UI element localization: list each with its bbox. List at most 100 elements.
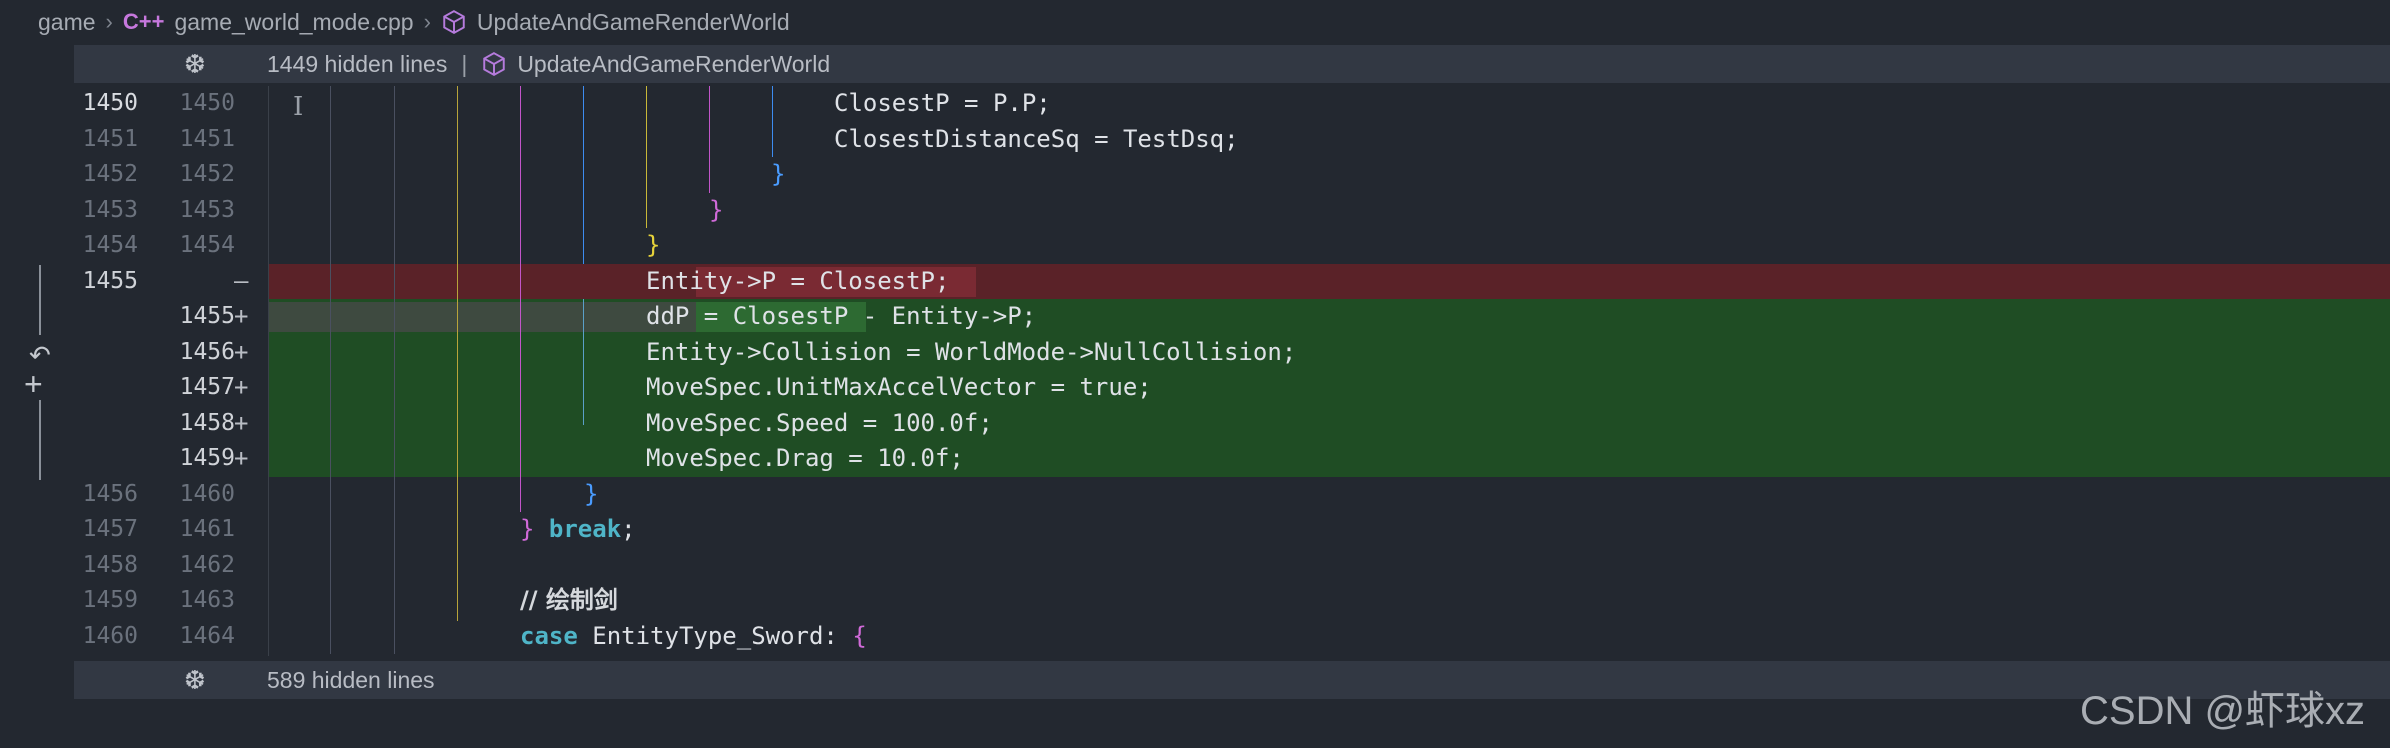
added-line[interactable]: 1456 + Entity->Collision = WorldMode->Nu…	[0, 334, 2390, 370]
code-text: ;	[621, 515, 636, 543]
change-rail	[39, 400, 41, 480]
code-text: break	[548, 515, 622, 543]
old-line-number: 1455	[82, 267, 138, 294]
addition-marker: +	[234, 373, 249, 401]
added-line[interactable]: 1455 + ddP = ClosestP - Entity->P;	[0, 299, 2390, 335]
diff-editor[interactable]: 1450 1450 ClosestP = P.P; 1451 1451 Clos…	[0, 86, 2390, 656]
old-line-number: 1457	[82, 516, 138, 542]
code-text: }	[646, 231, 661, 259]
deletion-marker: —	[234, 266, 249, 295]
code-line[interactable]: 1450 1450 ClosestP = P.P;	[0, 86, 2390, 122]
indent-guide	[583, 86, 584, 264]
indent-guide	[583, 299, 584, 425]
chevron-right-icon: ›	[423, 9, 431, 34]
unfold-icon[interactable]: ❆	[184, 661, 206, 699]
code-text: ClosestP = P.P;	[834, 89, 1051, 117]
deleted-line[interactable]: 1455 — Entity->P = ClosestP;	[0, 263, 2390, 299]
code-line[interactable]: 1454 1454 }	[0, 228, 2390, 264]
new-line-number: 1452	[179, 161, 235, 187]
fold-function-label: UpdateAndGameRenderWorld	[517, 50, 831, 77]
cube-icon	[443, 10, 465, 34]
code-text: }	[520, 515, 535, 543]
code-text: }	[771, 160, 786, 188]
indent-guide	[646, 86, 647, 228]
old-line-number: 1456	[82, 480, 138, 507]
code-text: ddP = ClosestP - Entity->P;	[646, 302, 1037, 330]
added-line[interactable]: 1458 + MoveSpec.Speed = 100.0f;	[0, 405, 2390, 441]
hidden-lines-label: 1449 hidden lines	[267, 50, 448, 77]
change-rail	[39, 265, 41, 335]
code-comment: // 绘制剑	[520, 586, 618, 614]
hidden-lines-label: 589 hidden lines	[267, 666, 435, 693]
code-text: MoveSpec.UnitMaxAccelVector = true;	[646, 373, 1152, 401]
old-line-number: 1453	[82, 196, 138, 223]
fold-separator: |	[461, 50, 468, 77]
new-line-number: 1457	[179, 374, 235, 400]
new-line-number: 1460	[179, 480, 235, 507]
cpp-file-icon: C++	[122, 9, 165, 34]
addition-marker: +	[234, 337, 249, 366]
old-line-number: 1450	[82, 90, 138, 116]
code-line[interactable]: 1453 1453 }	[0, 193, 2390, 229]
code-text: MoveSpec.Drag = 10.0f;	[646, 444, 964, 472]
code-line[interactable]: 1451 1451 ClosestDistanceSq = TestDsq;	[0, 122, 2390, 158]
breadcrumb-file[interactable]: game_world_mode.cpp	[174, 9, 413, 36]
breadcrumb: game › C++ game_world_mode.cpp › UpdateA…	[0, 0, 2390, 44]
added-line[interactable]: 1457 + MoveSpec.UnitMaxAccelVector = tru…	[0, 370, 2390, 406]
indent-guide	[394, 86, 395, 654]
code-text: }	[584, 479, 599, 508]
old-line-number: 1458	[82, 551, 138, 578]
code-text: }	[709, 195, 724, 224]
new-line-number: 1455	[179, 303, 235, 329]
addition-marker: +	[234, 444, 249, 472]
cube-icon	[483, 52, 506, 76]
code-text: Entity->Collision = WorldMode->NullColli…	[646, 337, 1297, 366]
unfold-icon[interactable]: ❆	[184, 45, 206, 83]
indent-guide	[772, 86, 773, 157]
text-cursor-icon: I	[293, 92, 304, 122]
old-line-number: 1460	[82, 622, 138, 649]
addition-marker: +	[234, 302, 249, 330]
code-line[interactable]: 1460 1464 case EntityType_Sword: {	[0, 619, 2390, 655]
code-text: EntityType_Sword:	[577, 621, 853, 650]
code-line[interactable]: 1458 1462	[0, 548, 2390, 584]
code-text: case	[520, 621, 578, 650]
new-line-number: 1461	[179, 516, 235, 542]
hidden-lines-fold-top[interactable]: ❆ 1449 hidden lines | UpdateAndGameRende…	[74, 45, 2390, 83]
watermark: CSDN @虾球xz	[2080, 689, 2366, 733]
old-line-number: 1451	[82, 125, 138, 152]
new-line-number: 1463	[179, 587, 235, 613]
code-text: ClosestDistanceSq = TestDsq;	[834, 124, 1239, 153]
code-line[interactable]: 1452 1452 }	[0, 157, 2390, 193]
new-line-number: 1456	[179, 338, 235, 365]
indent-guide	[520, 86, 521, 512]
breadcrumb-root[interactable]: game	[38, 9, 96, 36]
indent-guide	[457, 86, 458, 621]
hidden-lines-fold-bottom[interactable]: ❆ 589 hidden lines	[74, 661, 2390, 699]
added-line[interactable]: 1459 + MoveSpec.Drag = 10.0f;	[0, 441, 2390, 477]
old-line-number: 1452	[82, 161, 138, 187]
stage-change-icon[interactable]: +	[24, 368, 43, 400]
new-line-number: 1459	[179, 445, 235, 471]
addition-marker: +	[234, 408, 249, 437]
code-line[interactable]: 1457 1461 } break;	[0, 512, 2390, 548]
new-line-number: 1462	[179, 551, 235, 578]
indent-guide	[709, 86, 710, 193]
indent-guide	[330, 86, 331, 654]
new-line-number: 1453	[179, 196, 235, 223]
code-text: MoveSpec.Speed = 100.0f;	[646, 408, 993, 437]
code-line[interactable]: 1456 1460 }	[0, 477, 2390, 513]
code-text: Entity->P = ClosestP;	[646, 266, 950, 295]
chevron-right-icon: ›	[105, 9, 113, 34]
new-line-number: 1454	[179, 232, 235, 258]
indent-guide	[268, 86, 269, 656]
code-line[interactable]: 1459 1463 // 绘制剑	[0, 583, 2390, 619]
new-line-number: 1458	[179, 409, 235, 436]
breadcrumb-function[interactable]: UpdateAndGameRenderWorld	[477, 9, 790, 36]
code-text: {	[852, 621, 867, 650]
old-line-number: 1454	[82, 232, 138, 258]
new-line-number: 1464	[179, 622, 235, 649]
new-line-number: 1451	[179, 125, 235, 152]
old-line-number: 1459	[82, 587, 138, 613]
new-line-number: 1450	[179, 90, 235, 116]
